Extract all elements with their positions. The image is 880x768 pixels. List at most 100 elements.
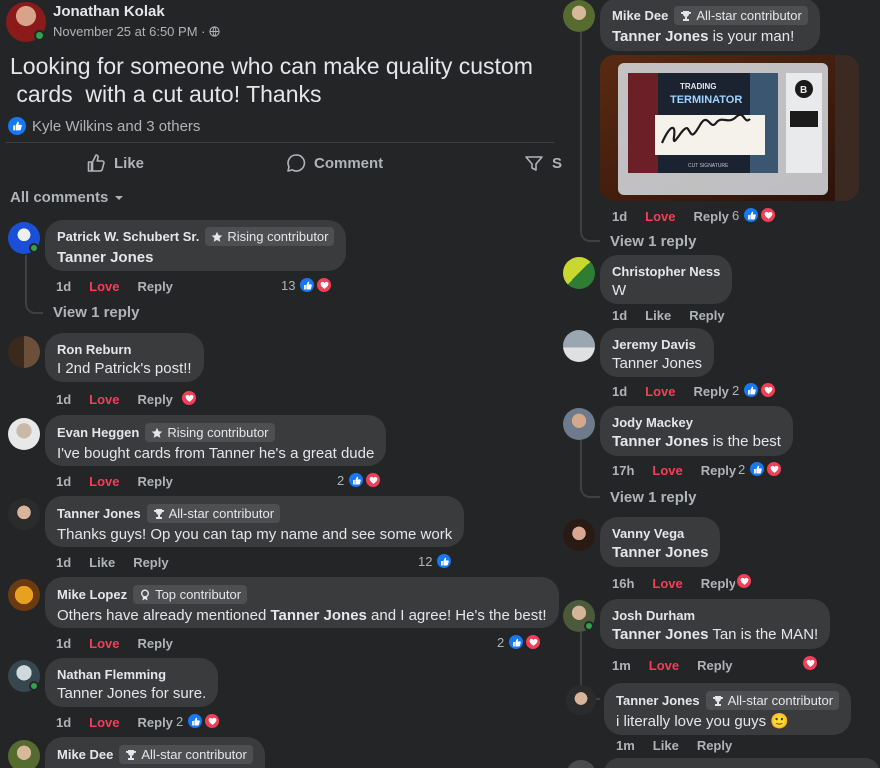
comment-bubble[interactable]: Jeremy Davis Tanner Jones xyxy=(600,328,715,377)
reply-button[interactable]: Reply xyxy=(138,279,173,294)
comment-bubble[interactable]: Mike Dee All-star contributor xyxy=(45,737,265,768)
commenter-name[interactable]: Jody Mackey xyxy=(612,414,693,431)
commenter-avatar[interactable] xyxy=(563,257,595,289)
love-reaction-button[interactable]: Love xyxy=(652,463,682,478)
like-reaction-button[interactable]: Like xyxy=(645,308,671,323)
comment-filter-dropdown[interactable]: All comments xyxy=(10,189,124,206)
reply-button[interactable]: Reply xyxy=(694,209,729,224)
comment-time[interactable]: 1m xyxy=(616,738,635,753)
commenter-name[interactable]: Mike Dee xyxy=(57,746,113,763)
commenter-name[interactable]: Mike Lopez xyxy=(57,586,127,603)
comment-bubble[interactable] xyxy=(604,758,880,768)
reply-button[interactable]: Reply xyxy=(697,738,732,753)
commenter-name[interactable]: Vanny Vega xyxy=(612,525,684,542)
commenter-name[interactable]: Evan Heggen xyxy=(57,424,139,441)
love-reaction-button[interactable]: Love xyxy=(89,636,119,651)
post-reactions-summary[interactable]: Kyle Wilkins and 3 others xyxy=(8,116,200,136)
reply-button[interactable]: Reply xyxy=(694,384,729,399)
comment-bubble[interactable]: Jody Mackey Tanner Jones is the best xyxy=(600,406,793,456)
comment-bubble[interactable]: Mike Dee All-star contributor Tanner Jon… xyxy=(600,0,820,51)
comment-bubble[interactable]: Tanner Jones All-star contributor Thanks… xyxy=(45,496,465,547)
commenter-name[interactable]: Mike Dee xyxy=(612,7,668,24)
reaction-count[interactable]: 13 xyxy=(281,276,334,294)
like-reaction-button[interactable]: Like xyxy=(653,738,679,753)
comment-time[interactable]: 1d xyxy=(56,279,71,294)
share-button[interactable]: S xyxy=(524,148,562,178)
reply-button[interactable]: Reply xyxy=(697,658,732,673)
comment-bubble[interactable]: Josh Durham Tanner Jones Tan is the MAN! xyxy=(600,599,831,649)
love-reaction-button[interactable]: Love xyxy=(649,658,679,673)
comment-time[interactable]: 17h xyxy=(612,463,634,478)
view-replies-link[interactable]: View 1 reply xyxy=(610,489,696,506)
reaction-count[interactable]: 2 xyxy=(176,712,222,730)
comment-time[interactable]: 1d xyxy=(612,384,627,399)
comment-time[interactable]: 1d xyxy=(56,555,71,570)
comment-button[interactable]: Comment xyxy=(286,148,383,178)
love-reaction-button[interactable]: Love xyxy=(89,474,119,489)
love-reaction-button[interactable]: Love xyxy=(89,279,119,294)
reply-button[interactable]: Reply xyxy=(138,715,173,730)
comment-time[interactable]: 1m xyxy=(612,658,631,673)
commenter-name[interactable]: Patrick W. Schubert Sr. xyxy=(57,228,199,245)
comment-bubble[interactable]: Tanner Jones All-star contributor i lite… xyxy=(604,683,852,735)
commenter-avatar[interactable] xyxy=(8,579,40,611)
reply-avatar[interactable] xyxy=(566,685,596,715)
commenter-avatar[interactable] xyxy=(8,498,40,530)
commenter-avatar[interactable] xyxy=(566,760,596,768)
comment-bubble[interactable]: Mike Lopez Top contributor Others have a… xyxy=(45,577,559,628)
reaction-count[interactable]: 2 xyxy=(732,381,778,399)
love-reaction-button[interactable]: Love xyxy=(89,715,119,730)
comment-bubble[interactable]: Patrick W. Schubert Sr. Rising contribut… xyxy=(45,220,347,271)
love-reaction-button[interactable]: Love xyxy=(89,392,119,407)
post-meta[interactable]: November 25 at 6:50 PM · xyxy=(53,24,220,39)
like-button[interactable]: Like xyxy=(86,148,144,178)
card-photo[interactable]: TRADING TERMINATOR CUT SIGNATURE B xyxy=(600,55,859,201)
commenter-avatar[interactable] xyxy=(563,408,595,440)
comment-bubble[interactable]: Vanny Vega Tanner Jones xyxy=(600,517,721,567)
love-reaction-button[interactable]: Love xyxy=(645,384,675,399)
reply-button[interactable]: Reply xyxy=(138,392,173,407)
commenter-avatar[interactable] xyxy=(8,336,40,368)
commenter-name[interactable]: Tanner Jones xyxy=(616,692,700,709)
comment-time[interactable]: 1d xyxy=(56,474,71,489)
commenter-avatar[interactable] xyxy=(8,740,40,768)
reaction-count[interactable]: 12 xyxy=(418,552,454,570)
comment-time[interactable]: 1d xyxy=(56,715,71,730)
reply-button[interactable]: Reply xyxy=(138,474,173,489)
reaction-count[interactable]: 2 xyxy=(337,471,383,489)
comment-bubble[interactable]: Christopher Ness W xyxy=(600,255,733,304)
commenter-avatar[interactable] xyxy=(563,0,595,32)
reply-button[interactable]: Reply xyxy=(689,308,724,323)
post-date[interactable]: November 25 at 6:50 PM · xyxy=(53,24,209,39)
comment-bubble[interactable]: Ron Reburn I 2nd Patrick's post!! xyxy=(45,333,204,382)
comment-bubble[interactable]: Nathan Flemming Tanner Jones for sure. xyxy=(45,658,219,707)
love-reaction-button[interactable]: Love xyxy=(645,209,675,224)
comment-bubble[interactable]: Evan Heggen Rising contributor I've boug… xyxy=(45,415,387,466)
commenter-name[interactable]: Nathan Flemming xyxy=(57,666,166,683)
view-replies-link[interactable]: View 1 reply xyxy=(610,233,696,250)
commenter-name[interactable]: Josh Durham xyxy=(612,607,695,624)
love-reaction-button[interactable]: Love xyxy=(652,576,682,591)
reaction-count[interactable] xyxy=(801,654,819,672)
commenter-name[interactable]: Christopher Ness xyxy=(612,263,720,280)
reply-button[interactable]: Reply xyxy=(133,555,168,570)
comment-time[interactable]: 1d xyxy=(56,636,71,651)
comment-time[interactable]: 1d xyxy=(612,308,627,323)
like-reaction-button[interactable]: Like xyxy=(89,555,115,570)
reply-button[interactable]: Reply xyxy=(138,636,173,651)
comment-time[interactable]: 1d xyxy=(56,392,71,407)
commenter-name[interactable]: Tanner Jones xyxy=(57,505,141,522)
reaction-count[interactable] xyxy=(180,389,198,407)
comment-time[interactable]: 16h xyxy=(612,576,634,591)
comment-time[interactable]: 1d xyxy=(612,209,627,224)
commenter-name[interactable]: Jeremy Davis xyxy=(612,336,696,353)
commenter-avatar[interactable] xyxy=(563,519,595,551)
reaction-count[interactable] xyxy=(735,572,753,590)
post-author-name[interactable]: Jonathan Kolak xyxy=(53,3,165,20)
commenter-avatar[interactable] xyxy=(8,418,40,450)
commenter-avatar[interactable] xyxy=(563,330,595,362)
reaction-count[interactable]: 2 xyxy=(497,633,543,651)
commenter-name[interactable]: Ron Reburn xyxy=(57,341,131,358)
reaction-count[interactable]: 6 xyxy=(732,206,778,224)
reply-button[interactable]: Reply xyxy=(701,463,736,478)
